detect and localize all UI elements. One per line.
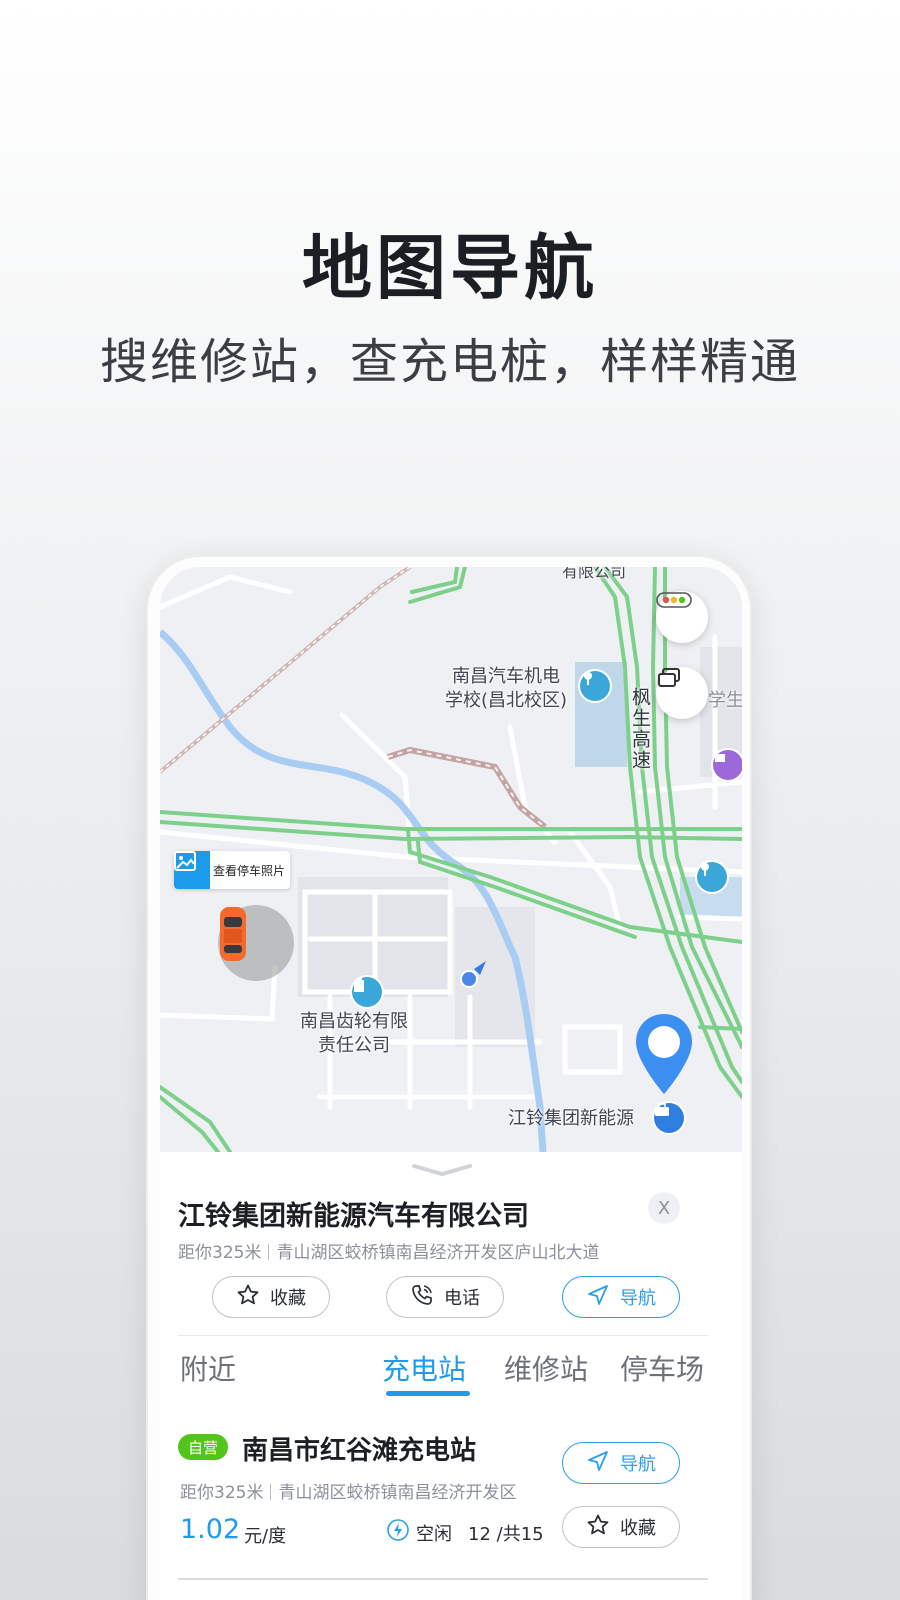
image-icon xyxy=(174,851,210,889)
purple-poi-icon[interactable] xyxy=(713,750,742,780)
navigation-arrow-icon xyxy=(586,1449,610,1478)
station-availability: 空闲 12 /共15 xyxy=(386,1518,544,1547)
parked-car-marker[interactable] xyxy=(218,905,294,981)
map-label-highway: 枫生高速 xyxy=(629,687,651,771)
station-favorite-button[interactable]: 收藏 xyxy=(562,1506,680,1548)
divider xyxy=(178,1335,708,1336)
station-name[interactable]: 南昌市红谷滩充电站 xyxy=(242,1430,476,1467)
lightning-icon xyxy=(386,1518,410,1547)
hero-subtitle: 搜维修站，查充电桩，样样精通 xyxy=(99,334,800,390)
tab-charging-station[interactable]: 充电站 xyxy=(382,1348,466,1388)
navigation-arrow-icon xyxy=(586,1283,610,1312)
jiangling-poi-icon[interactable] xyxy=(654,1103,684,1133)
map-label-jiangling: 江铃集团新能源 xyxy=(508,1108,634,1129)
station-price: 1.02 xyxy=(180,1514,241,1545)
station-address: 距你325米 青山湖区蛟桥镇南昌经济开发区 xyxy=(180,1483,517,1503)
hero-title: 地图导航 xyxy=(302,227,598,309)
station-price-unit: 元/度 xyxy=(244,1526,287,1547)
school-poi-icon[interactable] xyxy=(580,671,610,701)
tab-nearby[interactable]: 附近 xyxy=(180,1348,236,1388)
map-view[interactable]: 有限公司 南昌汽车机电 学校(昌北校区) 枫生高速 学生 查看停车照片 南昌齿轮… xyxy=(160,567,742,1152)
star-icon xyxy=(586,1513,610,1542)
poi-detail-sheet: 江铃集团新能源汽车有限公司 X 距你325米 青山湖区蛟桥镇南昌经济开发区庐山北大… xyxy=(160,1152,742,1600)
traffic-light-button[interactable] xyxy=(656,591,708,643)
layers-button[interactable] xyxy=(656,667,708,719)
favorite-button[interactable]: 收藏 xyxy=(212,1276,330,1318)
star-icon xyxy=(236,1283,260,1312)
company-poi-icon[interactable] xyxy=(352,977,382,1007)
sheet-handle-icon[interactable] xyxy=(410,1162,474,1177)
tab-parking[interactable]: 停车场 xyxy=(620,1348,704,1388)
availability-count: 12 /共15 xyxy=(468,1523,544,1545)
app-screen: 有限公司 南昌汽车机电 学校(昌北校区) 枫生高速 学生 查看停车照片 南昌齿轮… xyxy=(160,567,742,1600)
company-address: 距你325米 青山湖区蛟桥镇南昌经济开发区庐山北大道 xyxy=(178,1243,600,1263)
tab-repair-station[interactable]: 维修站 xyxy=(504,1348,588,1388)
map-label-gear-company: 南昌齿轮有限 责任公司 xyxy=(300,1011,408,1056)
availability-status: 空闲 xyxy=(416,1523,452,1545)
navigate-button[interactable]: 导航 xyxy=(562,1276,680,1318)
self-operated-badge: 自营 xyxy=(178,1434,229,1460)
phone-icon xyxy=(410,1283,434,1312)
active-tab-indicator xyxy=(386,1391,470,1396)
park-poi-icon[interactable] xyxy=(697,862,727,892)
view-parking-photo-label: 查看停车照片 xyxy=(213,863,286,878)
company-name: 江铃集团新能源汽车有限公司 xyxy=(178,1201,529,1232)
list-divider xyxy=(178,1578,708,1580)
close-button[interactable]: X xyxy=(648,1192,680,1224)
map-label-school: 南昌汽车机电 学校(昌北校区) xyxy=(445,666,568,711)
phone-button[interactable]: 电话 xyxy=(386,1276,504,1318)
view-parking-photo-button[interactable]: 查看停车照片 xyxy=(174,851,290,889)
map-label-right-partial: 学生 xyxy=(708,690,742,711)
station-navigate-button[interactable]: 导航 xyxy=(562,1442,680,1484)
